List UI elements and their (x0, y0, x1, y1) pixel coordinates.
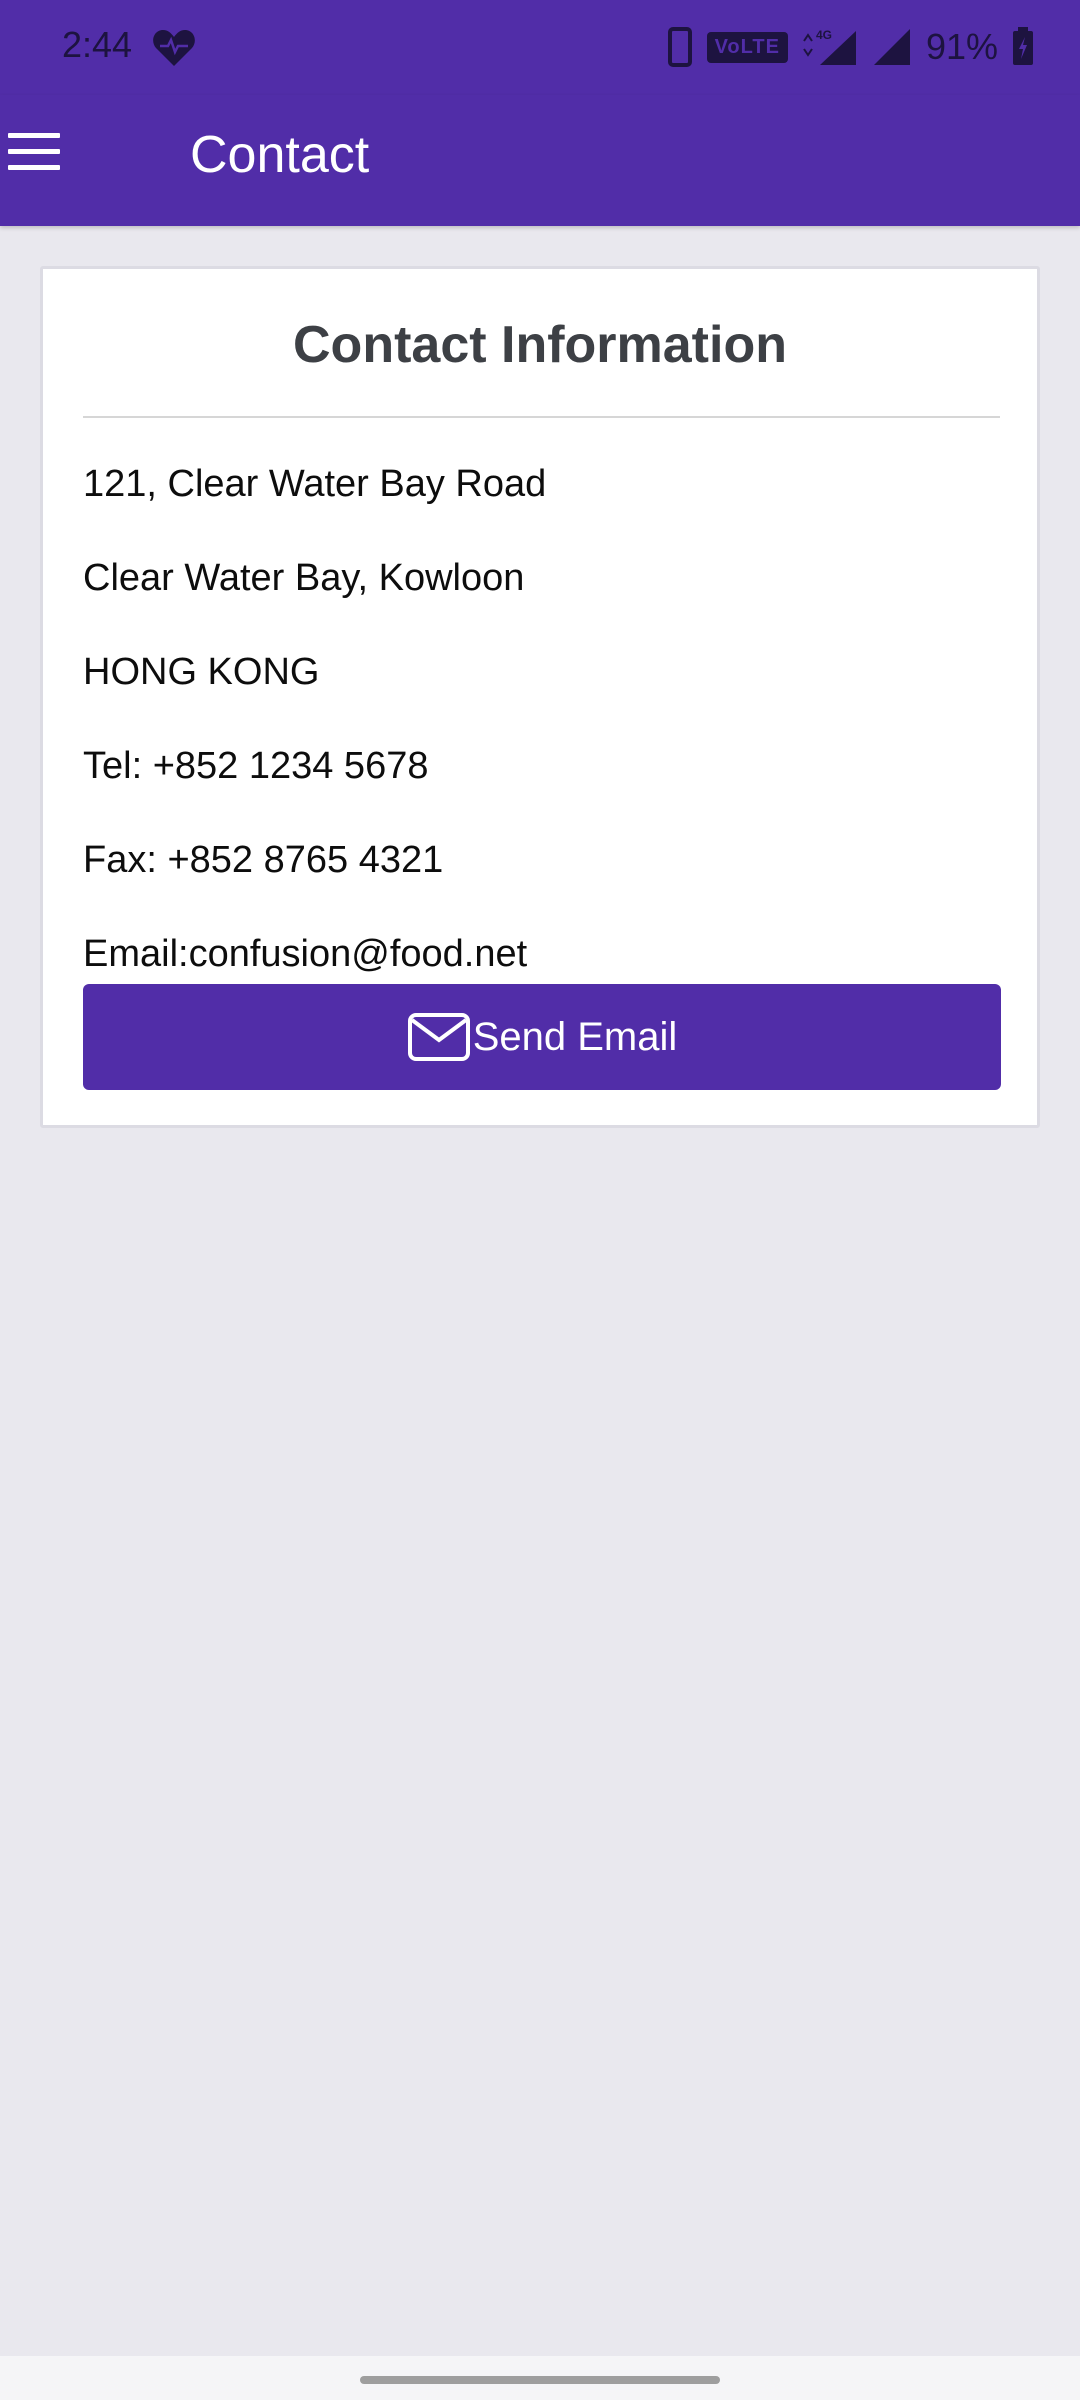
battery-percent: 91% (925, 26, 998, 67)
app-bar: Contact (0, 95, 1080, 226)
phone-icon (667, 27, 692, 67)
email-line: Email:confusion@food.net (83, 933, 528, 975)
status-icons: VoLTE 4G 91% (667, 22, 1034, 72)
send-email-label: Send Email (472, 1014, 678, 1059)
address-line-2: Clear Water Bay, Kowloon (83, 557, 525, 599)
volte-badge: VoLTE (706, 31, 788, 63)
menu-icon[interactable] (8, 133, 62, 187)
heart-icon (153, 30, 195, 66)
card-divider (83, 416, 1000, 418)
system-nav-bar (0, 2356, 1080, 2400)
mail-icon (407, 1013, 470, 1061)
page-title: Contact (190, 126, 370, 184)
fax-line: Fax: +852 8765 4321 (83, 839, 444, 881)
battery-icon (1013, 27, 1033, 65)
card-title: Contact Information (293, 316, 787, 374)
status-bar: 2:44 VoLTE 4G 91% (0, 0, 1080, 95)
telephone-line: Tel: +852 1234 5678 (83, 745, 429, 787)
network-type: 4G (816, 28, 832, 42)
address-country: HONG KONG (83, 651, 320, 693)
address-line-1: 121, Clear Water Bay Road (83, 463, 547, 505)
status-time: 2:44 (62, 24, 133, 65)
contact-card: Contact Information 121, Clear Water Bay… (40, 266, 1040, 1128)
signal-4g-icon: 4G (803, 28, 856, 65)
signal-icon (873, 29, 910, 65)
send-email-button[interactable]: Send Email (83, 984, 1001, 1090)
home-gesture-handle[interactable] (360, 2376, 720, 2384)
